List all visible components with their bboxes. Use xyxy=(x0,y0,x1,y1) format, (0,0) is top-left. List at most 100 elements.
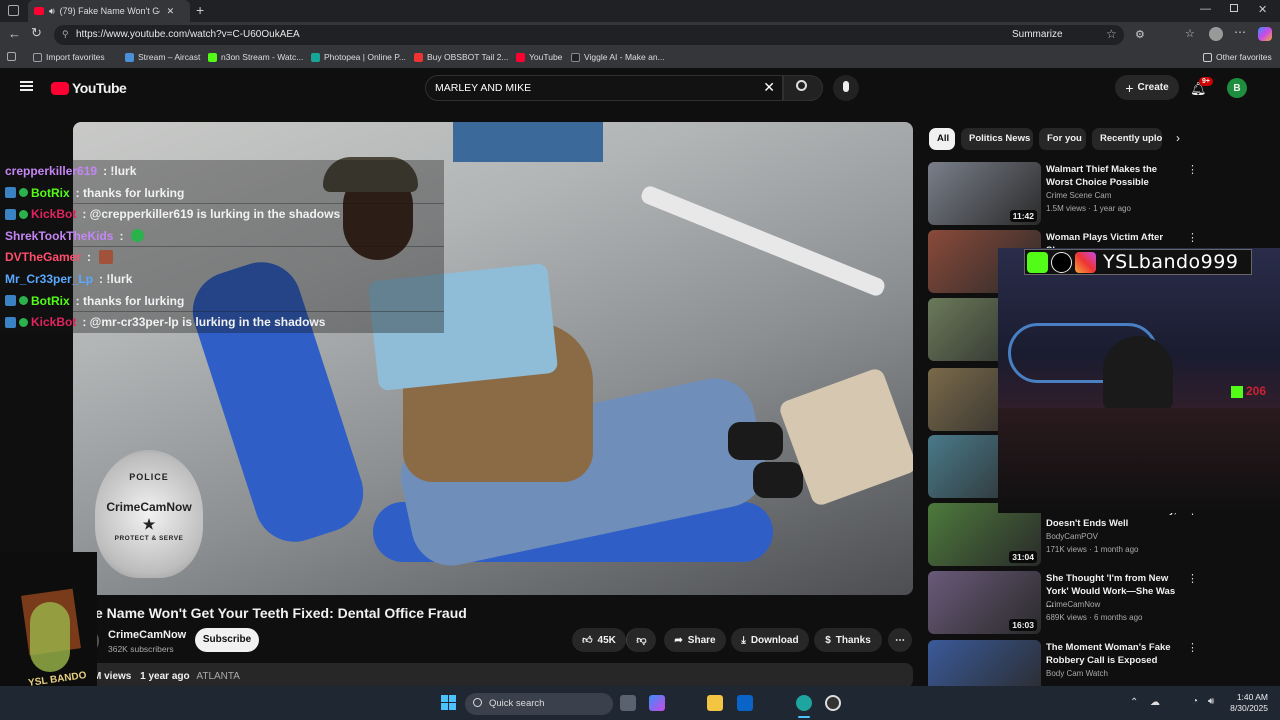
close-window-icon[interactable]: ✕ xyxy=(1258,3,1267,16)
menu-icon[interactable] xyxy=(20,81,33,91)
chat-text: : xyxy=(87,250,92,265)
chat-username: KickBot xyxy=(31,207,77,222)
favorites-bar-item-0[interactable] xyxy=(7,52,16,61)
create-button[interactable]: + Create xyxy=(1115,75,1179,100)
recommended-meta: 689K views · 6 months ago xyxy=(1046,613,1143,622)
account-avatar[interactable]: B xyxy=(1227,78,1247,98)
video-description[interactable]: M views 1 year ago ATLANTA xyxy=(73,663,913,688)
tab-actions-icon[interactable] xyxy=(8,5,19,16)
shoe-right xyxy=(753,462,803,498)
start-icon[interactable] xyxy=(441,695,456,710)
more-options-icon[interactable]: ⋮ xyxy=(1187,641,1198,654)
dislike-button[interactable]: 👎︎ xyxy=(626,628,656,652)
search-input[interactable]: MARLEY AND MIKE ✕ xyxy=(425,75,783,101)
extensions-icon[interactable]: ⚙ xyxy=(1135,28,1145,41)
fav-label: Viggle AI - Make an... xyxy=(584,52,665,62)
favorites-bar-item-import[interactable]: Import favorites xyxy=(33,52,105,62)
star-icon[interactable]: ☆ xyxy=(1106,27,1117,41)
search-button[interactable] xyxy=(783,75,823,101)
cloud-icon[interactable]: ☁ xyxy=(1150,697,1160,708)
location-tag[interactable]: ATLANTA xyxy=(196,671,240,682)
address-bar[interactable]: ⚲ https://www.youtube.com/watch?v=C-U60O… xyxy=(54,25,1124,45)
create-label: Create xyxy=(1137,82,1169,93)
chip-for-you[interactable]: For you xyxy=(1039,128,1086,150)
chip-all[interactable]: All xyxy=(929,128,955,150)
chip-politics-news[interactable]: Politics News xyxy=(961,128,1033,150)
video-duration: 16:03 xyxy=(1009,619,1037,631)
subscribe-button[interactable]: Subscribe xyxy=(195,628,259,652)
file-explorer-icon[interactable] xyxy=(707,695,723,711)
restore-icon[interactable] xyxy=(1230,4,1238,12)
browser-tab-active[interactable]: 🔊︎ (79) Fake Name Won't Get Y ✕ xyxy=(28,0,190,22)
favorites-bar-item-obsbot[interactable]: Buy OBSBOT Tail 2... xyxy=(414,52,508,62)
chat-username: KickBot xyxy=(31,315,77,330)
task-view-icon[interactable] xyxy=(620,695,636,711)
thumbs-down-icon: 👎︎ xyxy=(636,635,647,646)
more-options-icon[interactable]: ⋮ xyxy=(1187,163,1198,176)
share-button[interactable]: ➦ Share xyxy=(664,628,726,652)
outlook-icon[interactable] xyxy=(737,695,753,711)
recommended-thumbnail[interactable]: 16:03 xyxy=(928,571,1041,634)
recommended-thumbnail[interactable]: 11:42 xyxy=(928,162,1041,225)
more-icon[interactable]: ⋯ xyxy=(1234,25,1246,39)
fav-label: Stream – Aircast xyxy=(138,52,201,62)
favorites-icon[interactable]: ☆ xyxy=(1185,27,1195,40)
more-options-icon[interactable]: ⋮ xyxy=(1187,572,1198,585)
profile-icon[interactable] xyxy=(1209,27,1223,41)
taskbar-clock[interactable]: 1:40 AM 8/30/2025 xyxy=(1222,692,1268,714)
recommended-title[interactable]: The Moment Woman's Fake Robbery Call is … xyxy=(1046,641,1181,667)
thanks-button[interactable]: $ Thanks xyxy=(814,628,882,652)
chevron-right-icon[interactable]: › xyxy=(1176,131,1180,145)
recommended-channel[interactable]: CrimeCamNow xyxy=(1046,600,1100,609)
other-favorites-label: Other favorites xyxy=(1216,52,1272,62)
social-handle-banner: YSLbando999 xyxy=(1024,249,1252,275)
chat-text: : @crepperkiller619 is lurking in the sh… xyxy=(82,207,341,222)
audio-icon[interactable]: 🔊︎ xyxy=(49,6,55,17)
clear-search-icon[interactable]: ✕ xyxy=(763,79,775,96)
wifi-icon[interactable]: ◔ xyxy=(1192,696,1198,707)
recommended-meta: 1.5M views · 1 year ago xyxy=(1046,204,1131,213)
like-button[interactable]: 👍︎ 45K xyxy=(572,628,626,652)
channel-name[interactable]: CrimeCamNow xyxy=(108,629,186,641)
other-favorites[interactable]: Other favorites xyxy=(1203,52,1272,62)
notifications-button[interactable]: 🔔︎ 9+ xyxy=(1190,77,1213,98)
more-options-icon[interactable]: ⋮ xyxy=(1187,231,1198,244)
favorites-bar-item-n3on[interactable]: n3on Stream - Watc... xyxy=(208,52,303,62)
favorites-bar-item-photopea[interactable]: Photopea | Online P... xyxy=(311,52,406,62)
recommended-title[interactable]: Walmart Thief Makes the Worst Choice Pos… xyxy=(1046,163,1181,189)
recommended-channel[interactable]: Crime Scene Cam xyxy=(1046,191,1111,200)
favorites-bar-item-aircast[interactable]: Stream – Aircast xyxy=(125,52,200,62)
recommended-channel[interactable]: Body Cam Watch xyxy=(1046,669,1108,678)
download-button[interactable]: ⤓ Download xyxy=(731,628,809,652)
copilot-icon[interactable] xyxy=(1258,27,1272,41)
chat-message: Mr_Cr33per_Lp: !lurk xyxy=(0,268,444,290)
close-tab-icon[interactable]: ✕ xyxy=(167,6,175,17)
minimize-icon[interactable]: — xyxy=(1200,3,1211,15)
favorites-bar-item-viggle[interactable]: Viggle AI - Make an... xyxy=(571,52,665,62)
back-icon[interactable]: ← xyxy=(8,26,21,41)
volume-icon[interactable]: 🔊︎ xyxy=(1208,696,1214,707)
tray-chevron-icon[interactable]: ⌃ xyxy=(1130,697,1138,708)
chip-recently-uploaded[interactable]: Recently uplo xyxy=(1092,128,1162,150)
fav-label: n3on Stream - Watc... xyxy=(221,52,304,62)
favorites-bar-item-youtube[interactable]: YouTube xyxy=(516,52,562,62)
recommended-channel[interactable]: BodyCamPOV xyxy=(1046,532,1098,541)
edge-icon[interactable] xyxy=(796,695,812,711)
more-actions-button[interactable]: ⋯ xyxy=(888,628,912,652)
site-info-icon[interactable]: ⚲ xyxy=(62,29,69,40)
verified-check-icon xyxy=(19,317,28,327)
obs-icon[interactable] xyxy=(825,695,841,711)
youtube-logo-text: YouTube xyxy=(72,80,127,96)
taskbar-search-input[interactable]: Quick search xyxy=(465,693,613,715)
instagram-icon xyxy=(1075,251,1096,273)
logo-figure xyxy=(30,602,70,672)
copilot-app-icon[interactable] xyxy=(649,695,665,711)
youtube-logo[interactable]: YouTube xyxy=(51,80,127,96)
dental-lamp-arm xyxy=(639,183,887,299)
youtube-icon xyxy=(516,52,525,62)
summarize-button[interactable]: Summarize xyxy=(1012,29,1063,40)
refresh-icon[interactable]: ↻ xyxy=(31,25,42,41)
streamer-webcam-overlay xyxy=(998,248,1280,513)
voice-search-button[interactable] xyxy=(833,75,859,101)
new-tab-icon[interactable]: + xyxy=(196,2,204,18)
